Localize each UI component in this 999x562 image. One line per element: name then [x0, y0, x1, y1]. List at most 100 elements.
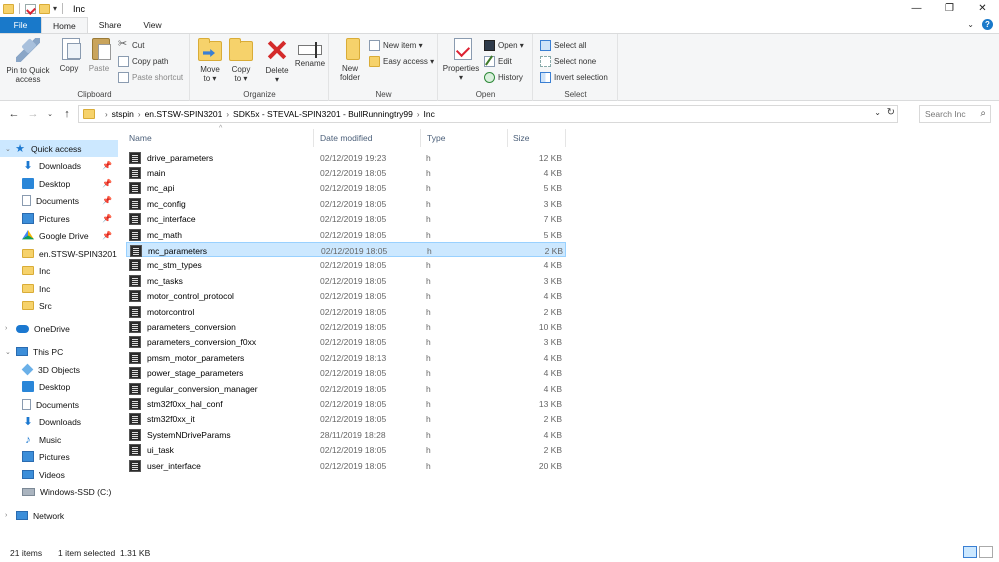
file-row[interactable]: mc_parameters 02/12/2019 18:05 h 2 KB: [126, 242, 566, 258]
breadcrumb-item[interactable]: en.STSW-SPIN3201: [145, 109, 223, 119]
file-name-cell[interactable]: motor_control_protocol: [129, 289, 234, 304]
nav-network[interactable]: › Network: [0, 507, 118, 524]
minimize-button[interactable]: —: [900, 0, 933, 17]
file-row[interactable]: stm32f0xx_hal_conf 02/12/2019 18:05 h 13 KB: [126, 396, 566, 411]
file-row[interactable]: power_stage_parameters 02/12/2019 18:05 h 4…: [126, 366, 566, 381]
select-none-button[interactable]: Select none: [540, 55, 596, 68]
file-name-cell[interactable]: mc_api: [129, 181, 174, 196]
new-folder-icon[interactable]: [39, 3, 50, 14]
copy-button[interactable]: Copy: [56, 38, 82, 73]
chevron-right-icon[interactable]: ›: [138, 110, 141, 119]
nav-quick-access[interactable]: ⌄ ★ Quick access: [0, 140, 118, 157]
file-name-cell[interactable]: mc_math: [129, 227, 182, 242]
nav-item-en-stsw-spin3201[interactable]: en.STSW-SPIN3201: [0, 245, 118, 262]
tab-file[interactable]: File: [0, 17, 41, 33]
tab-home[interactable]: Home: [41, 17, 88, 33]
file-row[interactable]: parameters_conversion 02/12/2019 18:05 h 10…: [126, 319, 566, 334]
properties-icon[interactable]: [25, 3, 36, 14]
breadcrumb-item[interactable]: stspin: [112, 109, 134, 119]
column-header-date[interactable]: Date modified: [317, 129, 421, 147]
chevron-down-icon[interactable]: ⌄: [5, 145, 11, 153]
file-name-cell[interactable]: pmsm_motor_parameters: [129, 350, 244, 365]
copy-to-button[interactable]: Copy to ▾: [228, 38, 254, 83]
file-row[interactable]: mc_stm_types 02/12/2019 18:05 h 4 KB: [126, 258, 566, 273]
file-row[interactable]: parameters_conversion_f0xx 02/12/2019 18:…: [126, 335, 566, 350]
file-name-cell[interactable]: mc_interface: [129, 212, 196, 227]
chevron-right-icon[interactable]: ›: [5, 325, 7, 332]
details-view-icon[interactable]: [963, 546, 977, 558]
file-row[interactable]: mc_tasks 02/12/2019 18:05 h 3 KB: [126, 273, 566, 288]
nav-onedrive[interactable]: › OneDrive: [0, 320, 118, 337]
forward-arrow-icon[interactable]: →: [25, 105, 41, 123]
up-arrow-icon[interactable]: ↑: [59, 105, 75, 123]
nav-item-inc[interactable]: Inc: [0, 262, 118, 279]
file-name-cell[interactable]: main: [129, 165, 165, 180]
large-icons-view-icon[interactable]: [979, 546, 993, 558]
breadcrumb-item[interactable]: SDK5x - STEVAL-SPIN3201 - BullRunningtry…: [233, 109, 413, 119]
easy-access-button[interactable]: Easy access ▾: [369, 55, 434, 68]
move-to-button[interactable]: Move to ▾: [197, 38, 223, 83]
column-header-size[interactable]: Size: [510, 129, 566, 147]
nav-pc-item-3d-objects[interactable]: 3D Objects: [0, 361, 118, 378]
file-name-cell[interactable]: mc_parameters: [130, 243, 207, 258]
nav-pc-item-music[interactable]: ♪ Music: [0, 431, 118, 448]
chevron-right-icon[interactable]: ›: [5, 512, 7, 519]
file-name-cell[interactable]: regular_conversion_manager: [129, 381, 258, 396]
history-button[interactable]: History: [484, 71, 523, 84]
file-row[interactable]: regular_conversion_manager 02/12/2019 18:…: [126, 381, 566, 396]
file-row[interactable]: mc_api 02/12/2019 18:05 h 5 KB: [126, 181, 566, 196]
chevron-right-icon[interactable]: ›: [105, 110, 108, 119]
file-name-cell[interactable]: mc_tasks: [129, 273, 183, 288]
nav-pc-item-pictures[interactable]: Pictures: [0, 448, 118, 465]
paste-button[interactable]: Paste: [86, 38, 112, 73]
invert-selection-button[interactable]: Invert selection: [540, 71, 608, 84]
pin-to-quick-access-button[interactable]: Pin to Quick access: [5, 38, 51, 84]
file-name-cell[interactable]: motorcontrol: [129, 304, 194, 319]
file-row[interactable]: user_interface 02/12/2019 18:05 h 20 KB: [126, 458, 566, 473]
nav-pc-item-windows-ssd[interactable]: Windows-SSD (C:): [0, 483, 118, 500]
file-row[interactable]: mc_interface 02/12/2019 18:05 h 7 KB: [126, 212, 566, 227]
file-row[interactable]: motor_control_protocol 02/12/2019 18:05 h 4…: [126, 289, 566, 304]
nav-pc-item-desktop[interactable]: Desktop: [0, 378, 118, 395]
file-name-cell[interactable]: mc_config: [129, 196, 186, 211]
nav-pc-item-videos[interactable]: Videos: [0, 466, 118, 483]
nav-item-downloads[interactable]: ⬇ Downloads 📌: [0, 157, 118, 174]
paste-shortcut-button[interactable]: Paste shortcut: [118, 71, 183, 84]
file-name-cell[interactable]: parameters_conversion: [129, 319, 236, 334]
breadcrumb-item[interactable]: Inc: [424, 109, 435, 119]
file-name-cell[interactable]: parameters_conversion_f0xx: [129, 335, 256, 350]
cut-button[interactable]: Cut: [118, 37, 144, 52]
tab-view[interactable]: View: [132, 17, 172, 33]
nav-item-pictures[interactable]: Pictures 📌: [0, 210, 118, 227]
file-row[interactable]: drive_parameters 02/12/2019 19:23 h 12 KB: [126, 150, 566, 165]
back-arrow-icon[interactable]: ←: [6, 105, 22, 123]
nav-item-documents[interactable]: Documents 📌: [0, 192, 118, 209]
edit-button[interactable]: Edit: [484, 55, 512, 68]
file-name-cell[interactable]: ui_task: [129, 443, 174, 458]
file-row[interactable]: main 02/12/2019 18:05 h 4 KB: [126, 165, 566, 180]
nav-item-inc[interactable]: Inc: [0, 280, 118, 297]
search-input[interactable]: Search Inc ⌕: [919, 105, 991, 123]
chevron-right-icon[interactable]: ›: [417, 110, 420, 119]
open-button[interactable]: Open ▾: [484, 39, 524, 52]
file-name-cell[interactable]: stm32f0xx_it: [129, 412, 195, 427]
help-icon[interactable]: ?: [982, 19, 993, 30]
copy-path-button[interactable]: Copy path: [118, 55, 168, 68]
nav-this-pc[interactable]: ⌄ This PC: [0, 343, 118, 360]
file-name-cell[interactable]: drive_parameters: [129, 150, 213, 165]
customize-toolbar-icon[interactable]: ▾: [53, 4, 57, 13]
properties-button[interactable]: Properties ▾: [441, 38, 481, 82]
file-name-cell[interactable]: power_stage_parameters: [129, 366, 243, 381]
nav-pc-item-documents[interactable]: Documents: [0, 396, 118, 413]
file-name-cell[interactable]: user_interface: [129, 458, 201, 473]
nav-item-src[interactable]: Src: [0, 297, 118, 314]
file-row[interactable]: motorcontrol 02/12/2019 18:05 h 2 KB: [126, 304, 566, 319]
file-row[interactable]: SystemNDriveParams 28/11/2019 18:28 h 4 KB: [126, 427, 566, 442]
recent-locations-icon[interactable]: ⌄: [42, 105, 58, 123]
nav-item-desktop[interactable]: Desktop 📌: [0, 175, 118, 192]
column-header-type[interactable]: Type: [424, 129, 508, 147]
file-name-cell[interactable]: mc_stm_types: [129, 258, 202, 273]
chevron-down-icon[interactable]: ⌄: [5, 348, 11, 356]
nav-pc-item-downloads[interactable]: ⬇ Downloads: [0, 413, 118, 430]
file-row[interactable]: ui_task 02/12/2019 18:05 h 2 KB: [126, 443, 566, 458]
